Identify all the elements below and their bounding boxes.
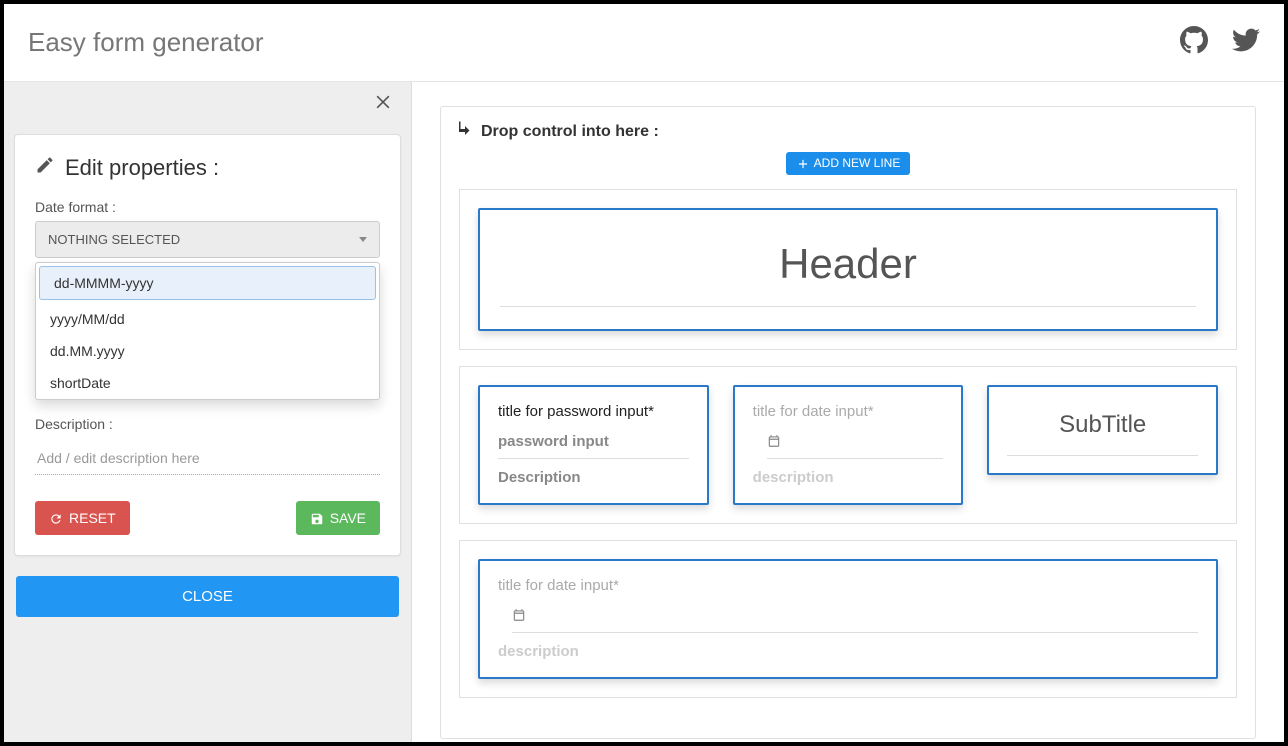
calendar-icon [767,432,781,450]
description-label: Description : [35,416,380,432]
properties-panel: Edit properties : Date format : NOTHING … [4,82,412,742]
form-row: title for password input* password input… [459,366,1237,524]
header-control[interactable]: Header [478,208,1218,331]
drop-zone-header: Drop control into here : [459,121,1237,142]
dropdown-option[interactable]: shortDate [36,367,379,399]
save-button[interactable]: SAVE [296,501,380,535]
add-line-button[interactable]: ADD NEW LINE [786,152,911,175]
panel-title-text: Edit properties : [65,155,219,181]
reset-button[interactable]: RESET [35,501,130,535]
close-button[interactable]: CLOSE [16,576,399,617]
dropdown-option[interactable]: dd.MM.yyyy [36,335,379,367]
close-icon[interactable] [373,92,393,117]
form-canvas: Drop control into here : ADD NEW LINE He… [412,82,1284,742]
date-format-label: Date format : [35,199,380,215]
app-title: Easy form generator [28,27,264,58]
field-placeholder: password input [498,430,689,459]
header-actions [1180,26,1260,59]
chevron-down-icon [359,237,367,242]
divider [1007,455,1198,456]
corner-down-arrow-icon [459,121,471,142]
refresh-icon [49,510,63,526]
divider [500,306,1196,307]
select-value: NOTHING SELECTED [48,232,180,247]
dropdown-option[interactable]: yyyy/MM/dd [36,303,379,335]
calendar-icon [512,606,526,624]
date-input-row [512,604,1198,633]
drop-zone[interactable]: Drop control into here : ADD NEW LINE He… [440,106,1256,739]
form-row: title for date input* description [459,540,1237,698]
github-icon[interactable] [1180,26,1208,59]
dropdown-option[interactable]: dd-MMMM-yyyy [39,266,376,300]
header-text: Header [500,240,1196,288]
panel-title: Edit properties : [35,155,380,181]
subtitle-control[interactable]: SubTitle [987,385,1218,475]
field-description: Description [498,469,581,486]
date-input-row [767,430,944,459]
field-description: description [498,643,579,660]
date-format-dropdown: dd-MMMM-yyyy yyyy/MM/dd dd.MM.yyyy short… [35,262,380,400]
plus-icon [796,156,810,171]
description-input[interactable] [35,442,380,475]
app-header: Easy form generator [4,4,1284,82]
field-title: title for date input* [498,577,1198,594]
date-control[interactable]: title for date input* description [478,559,1218,679]
edit-properties-card: Edit properties : Date format : NOTHING … [14,134,401,556]
twitter-icon[interactable] [1232,26,1260,59]
date-control[interactable]: title for date input* description [733,385,964,505]
subtitle-text: SubTitle [1007,403,1198,439]
save-icon [310,510,324,526]
field-description: description [753,469,834,486]
date-format-select[interactable]: NOTHING SELECTED [35,221,380,258]
field-title: title for password input* [498,403,689,420]
password-control[interactable]: title for password input* password input… [478,385,709,505]
field-title: title for date input* [753,403,944,420]
form-row: Header [459,189,1237,350]
edit-icon [35,155,55,181]
